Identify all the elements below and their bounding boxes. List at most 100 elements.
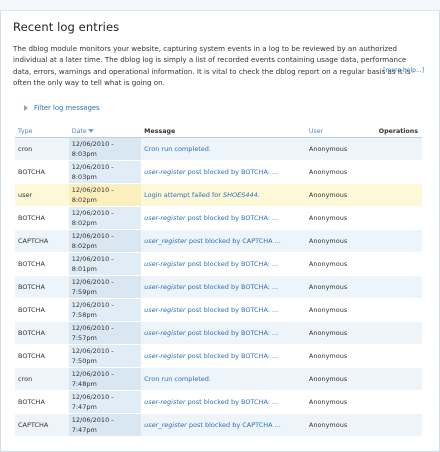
cell-operations	[375, 229, 422, 253]
time-line: 7:47pm	[71, 426, 97, 434]
header-type[interactable]: Type	[15, 125, 69, 138]
message-italic[interactable]: user-register	[144, 168, 185, 176]
cell-user: Anonymous	[305, 367, 376, 391]
message-tail[interactable]: post blocked by BOTCHA: ...	[186, 352, 279, 360]
cell-date: 12/06/2010 - 7:59pm	[68, 275, 142, 299]
cell-operations	[375, 390, 422, 414]
cell-date: 12/06/2010 - 7:47pm	[68, 390, 142, 414]
message-tail[interactable]: post blocked by BOTCHA: ...	[186, 283, 279, 291]
page-description: The dblog module monitors your website, …	[13, 44, 411, 88]
date-line: 12/06/2010 -	[71, 140, 114, 148]
cell-date: 12/06/2010 - 7:58pm	[68, 298, 142, 322]
message-tail[interactable]: post blocked by CAPTCHA ...	[187, 237, 281, 245]
cell-date: 12/06/2010 - 8:02pm	[68, 183, 142, 207]
time-line: 8:02pm	[71, 242, 97, 250]
message-tail[interactable]: post blocked by BOTCHA: ...	[186, 168, 279, 176]
table-row: BOTCHA 12/06/2010 - 8:02pm user-register po…	[15, 206, 422, 230]
message-tail[interactable]: post blocked by BOTCHA: ...	[186, 398, 279, 406]
cell-user: Anonymous	[305, 229, 376, 253]
message-tail[interactable]: post blocked by BOTCHA: ...	[186, 329, 279, 337]
time-line: 8:03pm	[71, 150, 97, 158]
cell-operations	[375, 413, 422, 437]
message-italic[interactable]: user-register	[144, 214, 185, 222]
time-line: 7:48pm	[71, 380, 97, 388]
message-link[interactable]: Cron run completed.	[144, 375, 211, 383]
cell-date: 12/06/2010 - 8:02pm	[68, 206, 142, 230]
cell-message[interactable]: Cron run completed.	[141, 137, 306, 161]
time-line: 7:50pm	[71, 357, 97, 365]
cell-date: 12/06/2010 - 7:50pm	[68, 344, 142, 368]
message-tail[interactable]: post blocked by BOTCHA: ...	[186, 306, 279, 314]
top-strip	[0, 0, 440, 11]
cell-user: Anonymous	[305, 183, 376, 207]
table-row: cron 12/06/2010 - 7:48pm Cron run completed…	[15, 367, 422, 391]
time-line: 7:59pm	[71, 288, 97, 296]
date-line: 12/06/2010 -	[71, 370, 114, 378]
cell-message[interactable]: user-register post blocked by BOTCHA: ..…	[141, 206, 306, 230]
message-italic[interactable]: user_register	[144, 421, 187, 429]
cell-operations	[375, 321, 422, 345]
table-header: Type Date Message User Operations	[15, 125, 422, 138]
cell-message[interactable]: user-register post blocked by BOTCHA: ..…	[141, 298, 306, 322]
cell-date: 12/06/2010 - 8:03pm	[68, 160, 142, 184]
message-link[interactable]: Login attempt failed for	[144, 191, 223, 199]
cell-message[interactable]: user-register post blocked by BOTCHA: ..…	[141, 160, 306, 184]
cell-message[interactable]: user-register post blocked by BOTCHA: ..…	[141, 321, 306, 345]
cell-date: 12/06/2010 - 8:02pm	[68, 229, 142, 253]
date-line: 12/06/2010 -	[71, 393, 114, 401]
cell-operations	[375, 298, 422, 322]
message-italic[interactable]: user-register	[144, 329, 185, 337]
more-help-link[interactable]: [more help...]	[383, 67, 424, 74]
cell-type: BOTCHA	[15, 298, 69, 322]
message-italic[interactable]: user-register	[144, 260, 185, 268]
cell-message[interactable]: Login attempt failed for SHOES444.	[141, 183, 306, 207]
message-italic[interactable]: user-register	[144, 283, 185, 291]
message-tail[interactable]: post blocked by BOTCHA: ...	[186, 214, 279, 222]
cell-user: Anonymous	[305, 160, 376, 184]
cell-message[interactable]: user-register post blocked by BOTCHA: ..…	[141, 275, 306, 299]
cell-date: 12/06/2010 - 7:57pm	[68, 321, 142, 345]
message-italic[interactable]: user_register	[144, 237, 187, 245]
header-date[interactable]: Date	[68, 125, 142, 138]
date-line: 12/06/2010 -	[71, 232, 114, 240]
message-italic[interactable]: SHOES444	[223, 191, 258, 199]
cell-message[interactable]: user_register post blocked by CAPTCHA ..…	[141, 413, 306, 437]
log-table: Type Date Message User Operations cron 12…	[15, 125, 422, 437]
main-content: Recent log entries The dblog module moni…	[13, 20, 425, 89]
cell-message[interactable]: user-register post blocked by BOTCHA: ..…	[141, 344, 306, 368]
time-line: 8:02pm	[71, 196, 97, 204]
cell-user: Anonymous	[305, 413, 376, 437]
date-line: 12/06/2010 -	[71, 301, 114, 309]
date-line: 12/06/2010 -	[71, 278, 114, 286]
cell-operations	[375, 160, 422, 184]
cell-date: 12/06/2010 - 8:03pm	[68, 137, 142, 161]
cell-type: user	[15, 183, 69, 207]
table-row: cron 12/06/2010 - 8:03pm Cron run completed…	[15, 137, 422, 161]
cell-operations	[375, 367, 422, 391]
header-user[interactable]: User	[305, 125, 376, 138]
cell-operations	[375, 252, 422, 276]
message-tail[interactable]: .	[258, 191, 260, 199]
filter-toggle[interactable]: Filter log messages	[24, 104, 100, 112]
cell-message[interactable]: user_register post blocked by CAPTCHA ..…	[141, 229, 306, 253]
date-line: 12/06/2010 -	[71, 186, 114, 194]
message-link[interactable]: Cron run completed.	[144, 145, 211, 153]
cell-type: cron	[15, 137, 69, 161]
date-line: 12/06/2010 -	[71, 347, 114, 355]
table-row: user 12/06/2010 - 8:02pm Login attempt fail…	[15, 183, 422, 207]
cell-type: BOTCHA	[15, 206, 69, 230]
cell-type: BOTCHA	[15, 390, 69, 414]
cell-message[interactable]: user-register post blocked by BOTCHA: ..…	[141, 252, 306, 276]
date-line: 12/06/2010 -	[71, 324, 114, 332]
table-row: BOTCHA 12/06/2010 - 7:57pm user-register po…	[15, 321, 422, 345]
cell-message[interactable]: user-register post blocked by BOTCHA: ..…	[141, 390, 306, 414]
message-tail[interactable]: post blocked by BOTCHA: ...	[186, 260, 279, 268]
message-italic[interactable]: user-register	[144, 398, 185, 406]
message-italic[interactable]: user-register	[144, 352, 185, 360]
cell-user: Anonymous	[305, 298, 376, 322]
cell-message[interactable]: Cron run completed.	[141, 367, 306, 391]
message-tail[interactable]: post blocked by CAPTCHA ...	[187, 421, 281, 429]
message-italic[interactable]: user-register	[144, 306, 185, 314]
time-line: 8:01pm	[71, 265, 97, 273]
header-operations: Operations	[375, 125, 422, 138]
